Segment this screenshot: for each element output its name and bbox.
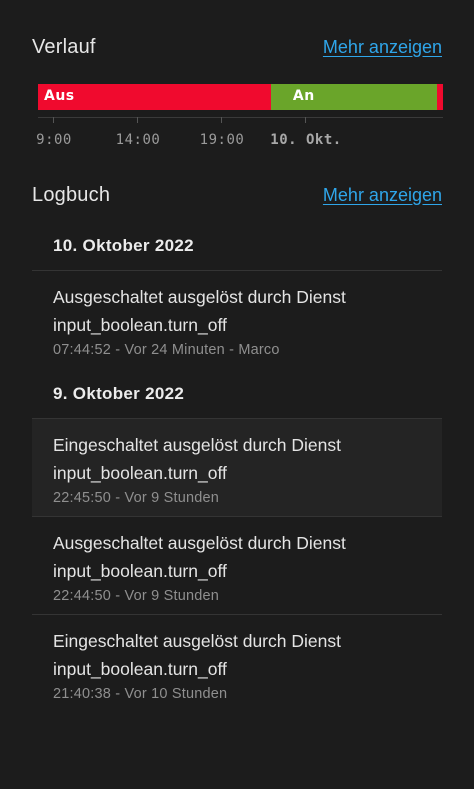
timeline-segment-label: Aus — [44, 88, 75, 104]
log-entry-message: Ausgeschaltet ausgelöst durch Dienst inp… — [53, 529, 421, 585]
axis-tick-label: 9:00 — [36, 132, 72, 148]
axis-tick-label: 14:00 — [115, 132, 161, 148]
history-header: Verlauf Mehr anzeigen — [32, 32, 442, 62]
log-entry-meta: 21:40:38 - Vor 10 Stunden — [53, 686, 228, 702]
log-entry[interactable]: Eingeschaltet ausgelöst durch Dienst inp… — [32, 418, 442, 516]
log-entry-meta: 07:44:52 - Vor 24 Minuten - Marco — [53, 342, 280, 358]
axis-tick-label-date: 10. Okt. — [270, 132, 342, 148]
axis-tick — [305, 117, 306, 123]
timeline-segment-off-end[interactable] — [436, 84, 443, 110]
logbook-list: 10. Oktober 2022 Ausgeschaltet ausgelöst… — [32, 224, 442, 712]
log-entry[interactable]: Eingeschaltet ausgelöst durch Dienst inp… — [32, 614, 442, 712]
log-entry-line: Ausgeschaltet ausgelöst durch Dienst — [53, 287, 346, 307]
axis-tick — [221, 117, 222, 123]
log-entry-service: input_boolean.turn_off — [53, 315, 227, 335]
logbook-title: Logbuch — [32, 183, 111, 206]
axis-tick-label: 19:00 — [199, 132, 245, 148]
log-entry-message: Eingeschaltet ausgelöst durch Dienst inp… — [53, 627, 421, 683]
log-entry[interactable]: Ausgeschaltet ausgelöst durch Dienst inp… — [32, 270, 442, 368]
log-entry-message: Eingeschaltet ausgelöst durch Dienst inp… — [53, 431, 421, 487]
day-heading: 9. Oktober 2022 — [53, 384, 185, 403]
log-entry-meta: 22:44:50 - Vor 9 Stunden — [53, 588, 220, 604]
timeline-segment-off[interactable]: Aus — [38, 84, 271, 110]
axis-tick — [137, 117, 138, 123]
history-title: Verlauf — [32, 35, 96, 58]
timeline-segment-on[interactable]: An — [270, 84, 437, 110]
history-timeline[interactable]: Aus An — [38, 84, 443, 110]
log-entry-service: input_boolean.turn_off — [53, 561, 227, 581]
log-entry-line: Eingeschaltet ausgelöst durch Dienst — [53, 631, 341, 651]
logbook-header: Logbuch Mehr anzeigen — [32, 180, 442, 210]
log-entry-service: input_boolean.turn_off — [53, 659, 227, 679]
timeline-axis — [38, 117, 443, 118]
log-entry-meta: 22:45:50 - Vor 9 Stunden — [53, 490, 220, 506]
axis-tick — [53, 117, 54, 123]
log-entry-line: Ausgeschaltet ausgelöst durch Dienst — [53, 533, 346, 553]
timeline-segment-label: An — [292, 88, 315, 104]
day-heading: 10. Oktober 2022 — [53, 236, 194, 255]
log-entry-service: input_boolean.turn_off — [53, 463, 227, 483]
history-more-link[interactable]: Mehr anzeigen — [323, 37, 442, 58]
log-entry[interactable]: Ausgeschaltet ausgelöst durch Dienst inp… — [32, 516, 442, 614]
log-entry-message: Ausgeschaltet ausgelöst durch Dienst inp… — [53, 283, 421, 339]
logbook-more-link[interactable]: Mehr anzeigen — [323, 185, 442, 206]
log-entry-line: Eingeschaltet ausgelöst durch Dienst — [53, 435, 341, 455]
